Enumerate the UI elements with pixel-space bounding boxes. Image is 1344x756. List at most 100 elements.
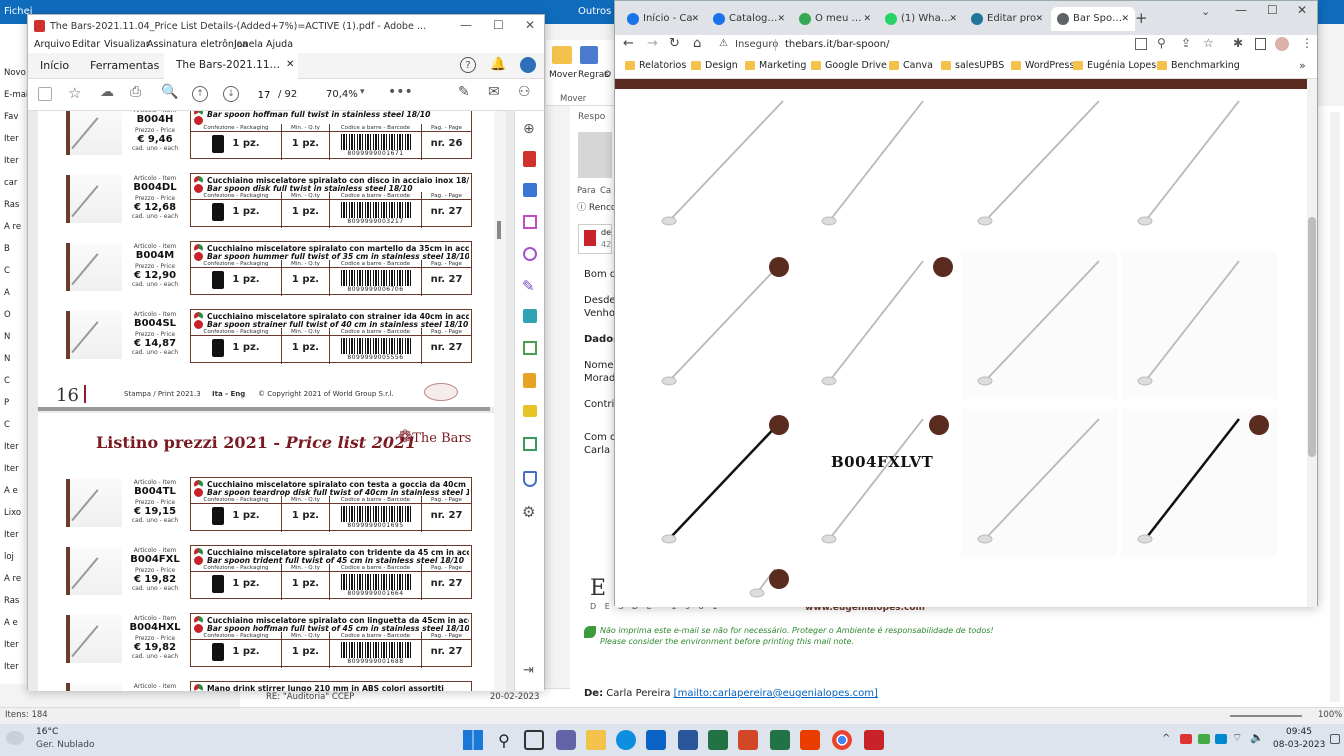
profile-avatar[interactable] — [1275, 37, 1289, 51]
product-card[interactable] — [961, 91, 1117, 239]
zoom-in-icon[interactable]: ⊕ — [523, 121, 535, 137]
product-card[interactable] — [1121, 409, 1277, 557]
powerpoint-icon[interactable] — [738, 730, 758, 750]
address-bar[interactable]: ⚠ Inseguro thebars.it/bar-spoon/ — [711, 35, 1131, 55]
weather-desc[interactable]: Ger. Nublado — [36, 740, 95, 750]
reply-button[interactable]: Respo — [578, 112, 605, 122]
protect-icon[interactable] — [523, 471, 537, 487]
extensions-icon[interactable]: ✱ — [1233, 36, 1243, 50]
organize-icon[interactable] — [523, 215, 537, 229]
more-bookmarks-icon[interactable]: » — [1299, 59, 1306, 72]
page-number-input[interactable] — [252, 87, 276, 103]
bookmark-item[interactable]: Google Drive — [811, 60, 887, 71]
bookmark-item[interactable]: Relatorios — [625, 60, 686, 71]
fill-sign-icon[interactable]: ✎ — [522, 277, 535, 295]
chrome-icon[interactable] — [832, 730, 852, 750]
pen-icon[interactable]: ✎ — [458, 84, 470, 100]
tab-search-icon[interactable]: ⌄ — [1201, 5, 1210, 18]
sidepanel-icon[interactable] — [1255, 38, 1266, 50]
chevron-down-icon[interactable]: ▾ — [360, 87, 365, 97]
edit-pdf-icon[interactable] — [523, 373, 536, 388]
windows-start-icon[interactable] — [463, 730, 483, 750]
other-button[interactable]: O — [604, 70, 611, 80]
comment-icon[interactable] — [523, 405, 537, 417]
product-card[interactable] — [1121, 91, 1277, 239]
bookmark-item[interactable]: Marketing — [745, 60, 806, 71]
product-card[interactable] — [805, 91, 961, 239]
outlook-icon[interactable] — [646, 730, 666, 750]
bookmark-item[interactable]: Eugénia Lopes — [1073, 60, 1156, 71]
weather-temp[interactable]: 16°C — [36, 727, 58, 737]
request-sign-icon[interactable] — [523, 247, 537, 261]
product-card[interactable] — [645, 569, 801, 607]
tab-tools[interactable]: Ferramentas — [90, 59, 159, 72]
zoom-icon[interactable]: ⚲ — [1157, 36, 1166, 50]
print-icon[interactable]: ⎙ — [130, 84, 141, 100]
collapse-pane-icon[interactable]: ⇥ — [523, 663, 534, 678]
scrollbar-thumb[interactable] — [1308, 217, 1316, 457]
forward-icon[interactable]: → — [647, 36, 658, 51]
menu-arquivo[interactable]: Arquivo — [34, 39, 70, 50]
product-card[interactable] — [961, 409, 1117, 557]
share-icon[interactable]: ⚇ — [518, 84, 531, 100]
acrobat-icon[interactable] — [864, 730, 884, 750]
more-tools-icon[interactable]: ⚙ — [522, 503, 535, 521]
more-icon[interactable]: ••• — [388, 84, 413, 100]
close-tab-icon[interactable]: ✕ — [286, 59, 294, 70]
page-down-icon[interactable]: ↓ — [223, 86, 239, 102]
zoom-search-icon[interactable]: 🔍 — [161, 84, 178, 100]
close-button[interactable]: ✕ — [1297, 3, 1307, 17]
menu-icon[interactable]: ⋮ — [1301, 36, 1313, 50]
pdf-viewport[interactable]: Articolo - Item B004H Prezzo - Price € 9… — [28, 111, 514, 691]
compress-icon[interactable] — [523, 341, 537, 355]
browser-tab[interactable]: Editar pro ✕ — [965, 7, 1049, 31]
home-icon[interactable]: ⌂ — [693, 36, 701, 51]
page-up-icon[interactable]: ↑ — [192, 86, 208, 102]
notifications-icon[interactable] — [1330, 734, 1340, 744]
browser-tab[interactable]: (1) Whatsa ✕ — [879, 7, 963, 31]
tray-app-icon[interactable] — [1198, 734, 1210, 744]
minimize-button[interactable]: — — [1235, 3, 1247, 17]
close-tab-icon[interactable]: ✕ — [1121, 7, 1129, 31]
menu-assinatura[interactable]: Assinatura eletrônica — [147, 39, 248, 50]
share-icon[interactable]: ⇪ — [1181, 36, 1191, 50]
attachment[interactable]: de 42 — [578, 224, 612, 254]
from-email-link[interactable]: [mailto:carlapereira@eugenialopes.com] — [674, 688, 878, 699]
new-tab-button[interactable]: + — [1135, 9, 1148, 27]
maximize-button[interactable]: ☐ — [1267, 3, 1278, 17]
volume-icon[interactable]: 🔈 — [1250, 731, 1264, 744]
browser-tab[interactable]: O meu dis ✕ — [793, 7, 877, 31]
word-icon[interactable] — [678, 730, 698, 750]
task-view-icon[interactable] — [524, 730, 544, 750]
browser-tab[interactable]: Início - Ca ✕ — [621, 7, 705, 31]
back-icon[interactable]: ← — [623, 36, 634, 51]
account-icon[interactable] — [520, 57, 536, 73]
url-text[interactable]: thebars.it/bar-spoon/ — [785, 39, 890, 50]
minimize-button[interactable]: — — [460, 18, 472, 32]
close-button[interactable]: ✕ — [525, 18, 535, 32]
network-icon[interactable]: ⌔ — [1232, 731, 1242, 745]
translate-icon[interactable] — [1135, 38, 1147, 50]
product-card[interactable] — [805, 251, 961, 399]
zoom-slider[interactable] — [1230, 715, 1302, 717]
bookmark-item[interactable]: WordPress — [1011, 60, 1074, 71]
tray-app-icon[interactable] — [1180, 734, 1192, 744]
excel-icon[interactable] — [708, 730, 728, 750]
bookmark-star-icon[interactable]: ☆ — [1203, 36, 1214, 50]
close-tab-icon[interactable]: ✕ — [949, 7, 957, 31]
tray-chevron-icon[interactable]: ^ — [1162, 733, 1170, 744]
zoom-select[interactable]: 70,4% — [326, 89, 358, 100]
star-icon[interactable]: ☆ — [68, 84, 81, 102]
bookmark-item[interactable]: salesUPBS — [941, 60, 1004, 71]
browser-tab[interactable]: Catalogo_I ✕ — [707, 7, 791, 31]
search-icon[interactable]: ⚲ — [494, 730, 514, 750]
help-icon[interactable]: ? — [460, 57, 476, 73]
close-tab-icon[interactable]: ✕ — [863, 7, 871, 31]
clock-date[interactable]: 08-03-2023 — [1273, 740, 1325, 750]
close-tab-icon[interactable]: ✕ — [1035, 7, 1043, 31]
menu-janela[interactable]: Janela — [234, 39, 263, 50]
product-card[interactable] — [645, 251, 801, 399]
bookmark-item[interactable]: Benchmarking — [1157, 60, 1240, 71]
move-button[interactable]: Mover — [549, 70, 577, 80]
office-icon[interactable] — [800, 730, 820, 750]
